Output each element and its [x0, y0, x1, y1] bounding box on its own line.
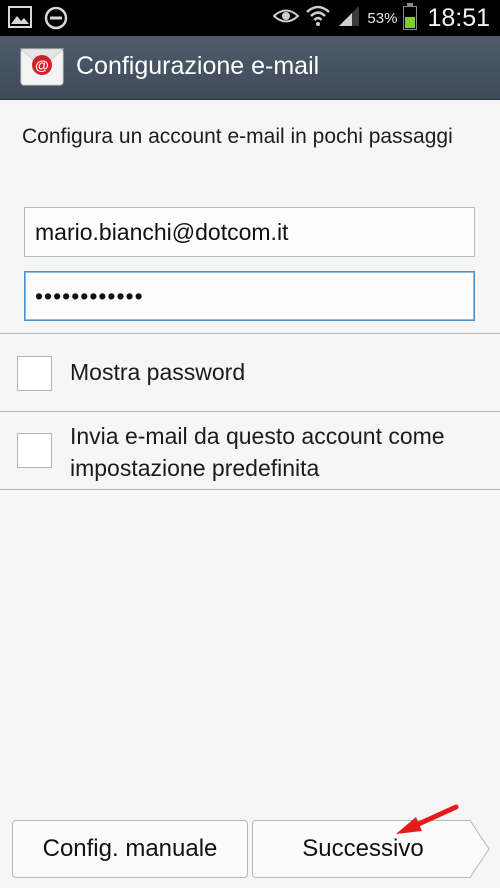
gallery-notification-icon [8, 6, 32, 35]
email-app-icon[interactable]: @ [19, 48, 65, 86]
smart-stay-eye-icon [272, 7, 300, 30]
signal-strength-icon [337, 5, 361, 32]
setup-instructions: Configura un account e-mail in pochi pas… [22, 125, 453, 148]
annotation-arrow-icon [396, 804, 459, 834]
wifi-icon [305, 4, 331, 33]
action-bar: @ Configurazione e-mail [0, 36, 500, 100]
battery-icon [403, 3, 418, 30]
email-address-input[interactable] [24, 207, 475, 257]
default-account-label: Invia e-mail da questo account come impo… [70, 423, 445, 481]
do-not-disturb-icon [44, 6, 68, 35]
show-password-label: Mostra password [70, 359, 246, 385]
status-clock: 18:51 [427, 3, 490, 32]
show-password-row[interactable]: Mostra password [0, 334, 500, 411]
manual-setup-label: Config. manuale [42, 835, 218, 862]
status-bar: 53% 18:51 [0, 0, 500, 36]
manual-setup-button[interactable]: Config. manuale [12, 820, 248, 878]
section-divider [0, 489, 500, 490]
battery-level-fill [405, 17, 416, 28]
password-input[interactable] [24, 271, 475, 321]
default-account-checkbox[interactable] [17, 433, 52, 468]
show-password-checkbox[interactable] [17, 356, 52, 391]
svg-text:@: @ [35, 57, 49, 73]
battery-percentage: 53% [367, 9, 398, 27]
screen-title: Configurazione e-mail [76, 52, 320, 80]
default-account-row[interactable]: Invia e-mail da questo account come impo… [0, 412, 500, 489]
